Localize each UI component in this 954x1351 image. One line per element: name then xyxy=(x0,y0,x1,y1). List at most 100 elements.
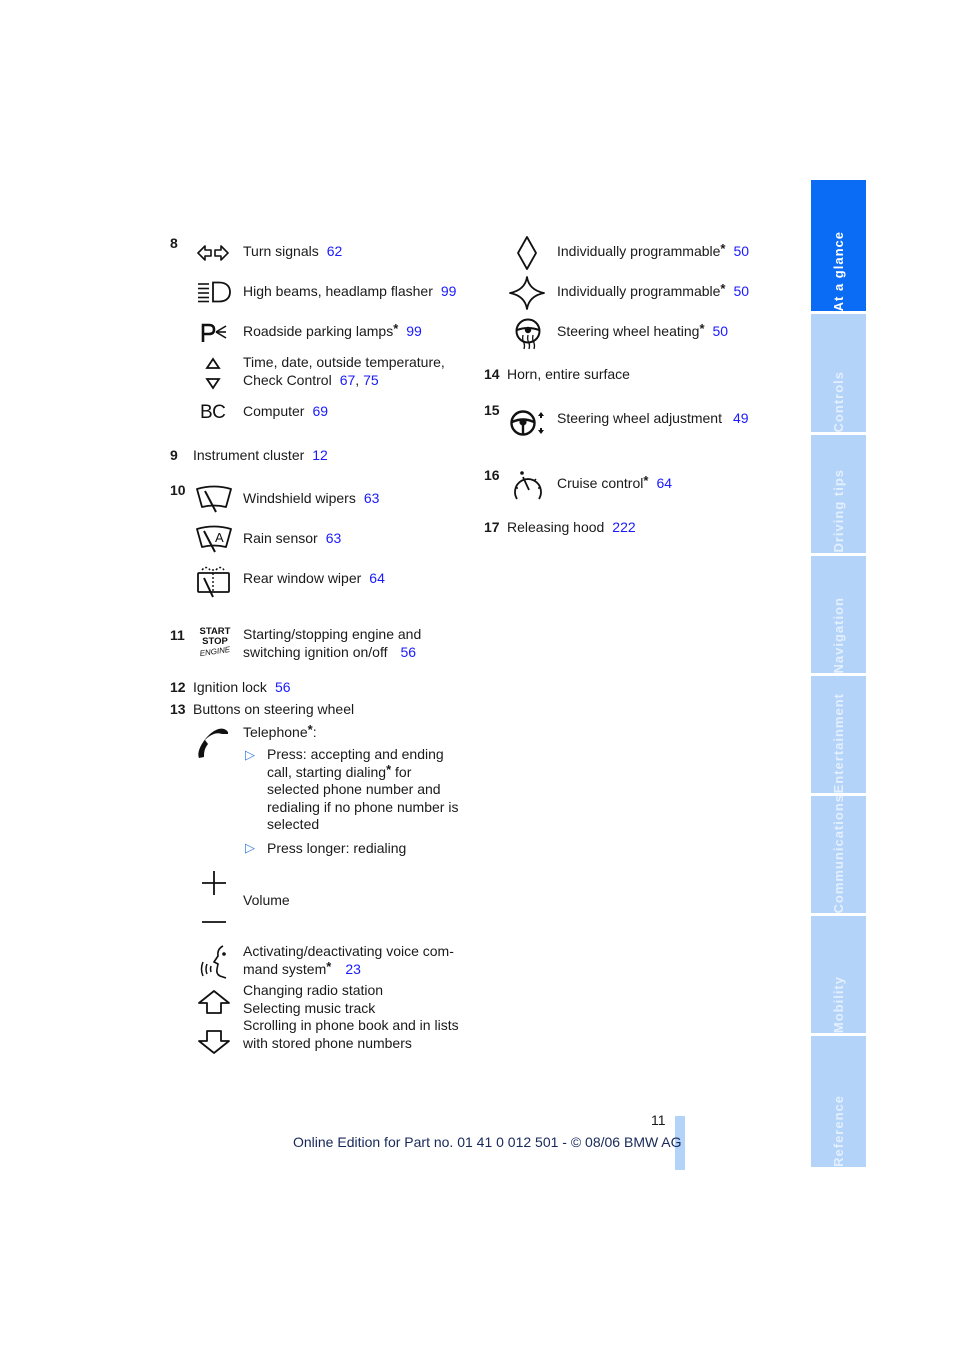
tab-navigation[interactable]: Navigation xyxy=(811,556,866,673)
page-ref-link[interactable]: 12 xyxy=(312,447,328,463)
colon: : xyxy=(312,724,317,740)
tab-controls[interactable]: Controls xyxy=(811,314,866,432)
minus-icon xyxy=(201,920,227,924)
page-ref-link[interactable]: 67 xyxy=(340,372,356,388)
entry-label: Cruise control xyxy=(557,475,644,491)
start-stop-engine-icon: START STOP ENGINE xyxy=(197,627,233,659)
entry-line: Selecting music track xyxy=(243,999,376,1016)
voice-command-entry: Activating/deactivating voice com- mand … xyxy=(243,942,454,979)
page-number: 11 xyxy=(651,1112,666,1128)
entry-label: Individually programmable xyxy=(557,283,721,299)
horn-entry: Horn, entire surface xyxy=(507,366,630,382)
turn-signals-entry: Turn signals 62 xyxy=(243,242,342,260)
entry-label: Ignition lock xyxy=(193,679,267,695)
tab-reference[interactable]: Reference xyxy=(811,1036,866,1167)
rain-sensor-entry: Rain sensor 63 xyxy=(243,529,341,547)
page-ref-link[interactable]: 63 xyxy=(364,490,380,506)
voice-command-icon xyxy=(196,944,230,980)
rain-sensor-icon: A xyxy=(196,525,232,555)
tab-driving-tips[interactable]: Driving tips xyxy=(811,435,866,553)
time-date-entry: Time, date, outside temperature, Check C… xyxy=(243,353,445,389)
asterisk: * xyxy=(720,241,726,256)
page-ref-link[interactable]: 50 xyxy=(733,283,749,299)
arrow-up-icon xyxy=(197,989,231,1015)
entry-line: with stored phone numbers xyxy=(243,1034,412,1051)
page-ref-link[interactable]: 23 xyxy=(345,961,361,977)
tab-label: Reference xyxy=(831,1095,846,1167)
page-ref-link[interactable]: 62 xyxy=(327,243,343,259)
tab-mobility[interactable]: Mobility xyxy=(811,916,866,1033)
bullet-line: Press: accepting and ending xyxy=(267,746,444,762)
entry-label-line2: switching ignition on/off xyxy=(243,644,388,660)
rear-window-wiper-entry: Rear window wiper 64 xyxy=(243,569,385,587)
page-ref-link[interactable]: 99 xyxy=(441,283,457,299)
steering-buttons-heading: Buttons on steering wheel xyxy=(193,701,355,717)
tab-label: Entertainment xyxy=(831,692,846,793)
bullet-line: call, starting dialing xyxy=(267,763,387,780)
entry-label: Turn signals xyxy=(243,243,319,259)
cruise-control-icon xyxy=(511,468,545,504)
up-down-triangle-icon xyxy=(205,357,221,391)
edition-text: Online Edition for Part no. 01 41 0 012 … xyxy=(293,1134,682,1150)
asterisk: * xyxy=(720,281,726,296)
entry-label-line1: Starting/stopping engine and xyxy=(243,626,422,642)
item-number: 13 xyxy=(170,701,186,717)
entry-label: Rear window wiper xyxy=(243,570,362,586)
asterisk: * xyxy=(326,959,332,974)
telephone-heading: Telephone*: xyxy=(243,722,317,742)
arrows-entry: Changing radio station Selecting music t… xyxy=(243,982,459,1052)
entry-label-line2: mand system xyxy=(243,961,327,977)
high-beams-entry: High beams, headlamp flasher 99 xyxy=(243,282,456,300)
entry-label: Instrument cluster xyxy=(193,447,305,463)
plus-icon xyxy=(201,870,227,896)
telephone-bullet-2: Press longer: redialing xyxy=(267,840,407,856)
tab-label: Mobility xyxy=(831,975,846,1033)
telephone-bullet-1: Press: accepting and ending call, starti… xyxy=(267,746,458,834)
page-ref-link[interactable]: 56 xyxy=(275,679,291,695)
page-ref-link[interactable]: 49 xyxy=(733,410,749,426)
bullet-line: redialing if no phone number is xyxy=(267,798,459,815)
volume-label: Volume xyxy=(243,892,290,908)
steering-wheel-heating-icon xyxy=(513,318,543,350)
page-ref-link[interactable]: 50 xyxy=(713,323,729,339)
tab-at-a-glance[interactable]: At a glance xyxy=(811,180,866,311)
page-ref-link[interactable]: 222 xyxy=(612,519,635,535)
tab-label: Navigation xyxy=(831,596,846,673)
item-number: 8 xyxy=(170,235,178,251)
page-ref-link[interactable]: 64 xyxy=(656,475,672,491)
tab-label: Controls xyxy=(831,370,846,432)
tab-entertainment[interactable]: Entertainment xyxy=(811,676,866,793)
parking-lamps-entry: Roadside parking lamps* 99 xyxy=(243,321,422,341)
telephone-label: Telephone xyxy=(243,724,308,740)
high-beams-icon xyxy=(197,281,231,303)
programmable-entry-2: Individually programmable* 50 xyxy=(557,281,749,301)
entry-label: Individually programmable xyxy=(557,243,721,259)
entry-label-line1: Activating/deactivating voice com- xyxy=(243,943,454,959)
entry-label: Roadside parking lamps xyxy=(243,323,394,339)
page-ref-link[interactable]: 99 xyxy=(406,323,422,339)
page-ref-link[interactable]: 64 xyxy=(369,570,385,586)
bc-computer-icon: BC xyxy=(200,402,226,423)
entry-label-line2: Check Control xyxy=(243,372,332,388)
diamond-icon xyxy=(516,236,538,270)
releasing-hood-entry: Releasing hood 222 xyxy=(507,518,636,536)
telephone-icon xyxy=(195,725,231,761)
entry-label: Rain sensor xyxy=(243,530,318,546)
item-number: 15 xyxy=(484,402,500,418)
tab-communications[interactable]: Communications xyxy=(811,794,866,913)
page-ref-link[interactable]: 63 xyxy=(326,530,342,546)
entry-line: Scrolling in phone book and in lists xyxy=(243,1017,459,1034)
item-number: 10 xyxy=(170,482,186,498)
asterisk: * xyxy=(386,761,392,777)
page-ref-link[interactable]: 69 xyxy=(312,403,328,419)
tab-label: Communications xyxy=(831,793,846,913)
page-ref-link[interactable]: 75 xyxy=(363,372,379,388)
bullet-line: selected phone number and xyxy=(267,781,441,798)
page-ref-link[interactable]: 50 xyxy=(733,243,749,259)
item-number: 9 xyxy=(170,447,178,463)
item-number: 16 xyxy=(484,467,500,483)
page-ref-link[interactable]: 56 xyxy=(401,644,417,660)
cruise-control-entry: Cruise control* 64 xyxy=(557,473,672,493)
steering-wheel-adjustment-icon xyxy=(509,408,547,438)
bullet-line-suffix: for xyxy=(391,763,412,780)
